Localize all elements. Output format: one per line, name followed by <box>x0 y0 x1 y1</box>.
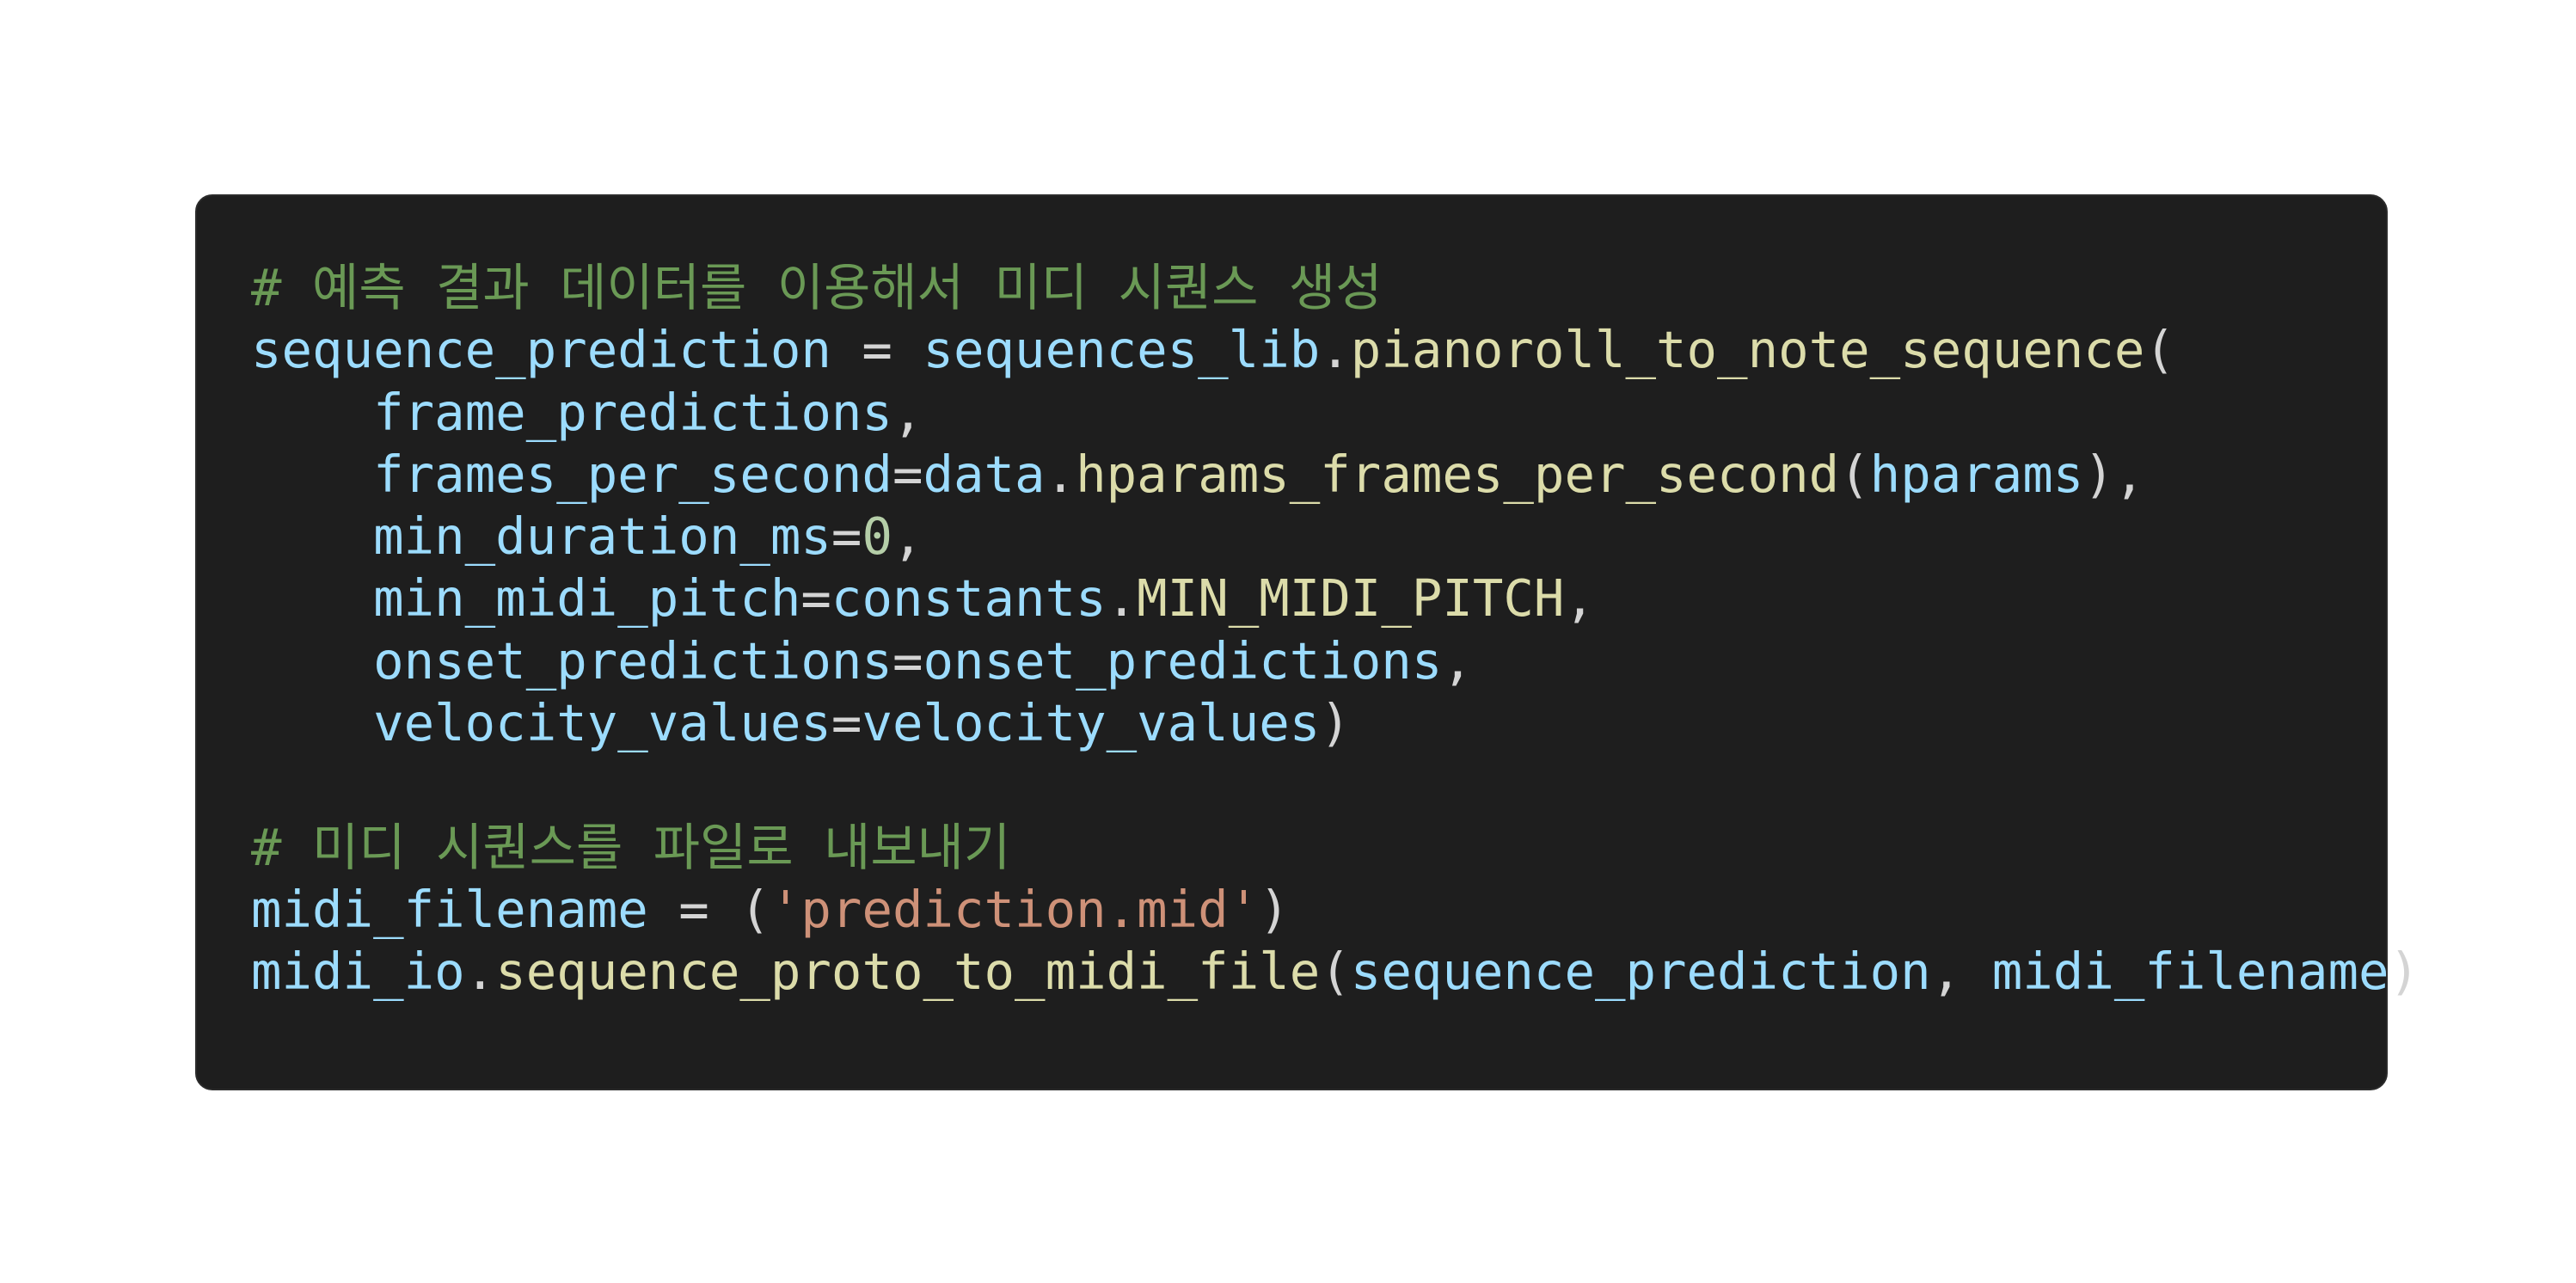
token-variable: frame_predictions <box>373 382 892 442</box>
code-line-4: frames_per_second=data.hparams_frames_pe… <box>373 444 2145 504</box>
code-line-7: onset_predictions=onset_predictions, <box>373 630 1473 691</box>
code-line-3: frame_predictions, <box>373 382 923 442</box>
token-variable: sequence_prediction <box>1350 942 1931 1002</box>
code-line-1: # 예측 결과 데이터를 이용해서 미디 시퀀스 생성 <box>251 257 2420 319</box>
token-number: 0 <box>862 506 892 567</box>
token-variable: midi_filename <box>251 879 648 939</box>
token-variable: onset_predictions <box>923 630 1443 691</box>
token-variable: midi_io <box>251 942 465 1002</box>
token-variable: min_midi_pitch <box>373 568 801 629</box>
code-line-12: midi_io.sequence_proto_to_midi_file(sequ… <box>251 942 2420 1002</box>
token-variable: hparams <box>1869 444 2084 504</box>
token-string: 'prediction.mid' <box>770 879 1260 939</box>
token-function: hparams_frames_per_second <box>1076 444 1840 504</box>
token-variable: frames_per_second <box>373 444 892 504</box>
code-line-2: sequence_prediction = sequences_lib.pian… <box>251 320 2175 380</box>
token-function: pianoroll_to_note_sequence <box>1350 320 2145 380</box>
code-block: # 예측 결과 데이터를 이용해서 미디 시퀀스 생성 sequence_pred… <box>195 194 2420 1090</box>
token-function: sequence_proto_to_midi_file <box>495 942 1321 1002</box>
token-variable: velocity_values <box>862 693 1321 753</box>
code-line-5: min_duration_ms=0, <box>373 506 923 567</box>
token-variable: velocity_values <box>373 693 831 753</box>
comment: # 예측 결과 데이터를 이용해서 미디 시퀀스 생성 <box>251 258 1383 317</box>
code-line-8: velocity_values=velocity_values) <box>373 693 1351 753</box>
code-text: # 예측 결과 데이터를 이용해서 미디 시퀀스 생성 sequence_pred… <box>251 257 2420 1004</box>
token-constant: MIN_MIDI_PITCH <box>1137 568 1565 629</box>
code-line-10: # 미디 시퀀스를 파일로 내보내기 <box>251 817 2420 879</box>
token-variable: constants <box>831 568 1107 629</box>
token-variable: sequence_prediction <box>251 320 831 380</box>
comment: # 미디 시퀀스를 파일로 내보내기 <box>251 817 1011 877</box>
token-variable: onset_predictions <box>373 630 892 691</box>
token-variable: data <box>923 444 1046 504</box>
code-line-11: midi_filename = ('prediction.mid') <box>251 879 1290 939</box>
token-variable: midi_filename <box>1991 942 2389 1002</box>
token-variable: min_duration_ms <box>373 506 831 567</box>
token-variable: sequences_lib <box>923 320 1321 380</box>
code-line-6: min_midi_pitch=constants.MIN_MIDI_PITCH, <box>373 568 1595 629</box>
